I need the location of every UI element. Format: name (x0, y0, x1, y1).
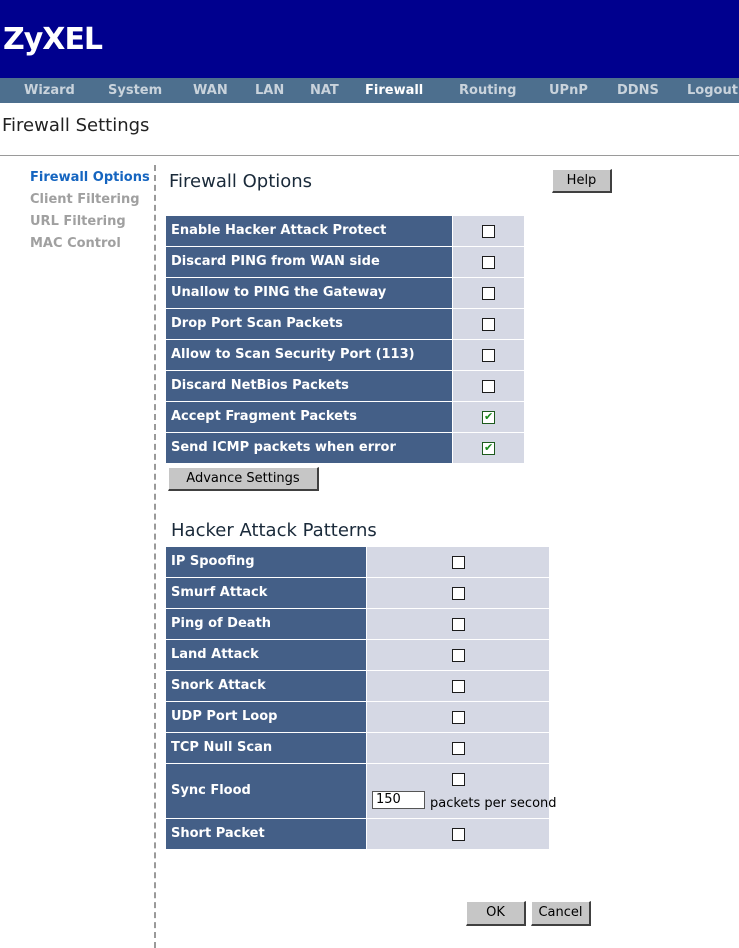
pattern-checkbox[interactable] (452, 587, 465, 600)
nav-ddns[interactable]: DDNS (617, 78, 659, 103)
option-value-cell: ✔ (453, 402, 524, 432)
option-checkbox[interactable] (482, 225, 495, 238)
page-title: Firewall Settings (2, 115, 150, 136)
pattern-label: Ping of Death (166, 609, 366, 639)
pattern-value-cell (367, 733, 549, 763)
pattern-checkbox[interactable] (452, 828, 465, 841)
pattern-label: Smurf Attack (166, 578, 366, 608)
title-divider (0, 155, 739, 156)
option-value-cell (453, 371, 524, 401)
pattern-value-cell (367, 640, 549, 670)
sidebar-item-client-filtering[interactable]: Client Filtering (30, 192, 140, 207)
nav-firewall[interactable]: Firewall (365, 78, 423, 103)
nav-system[interactable]: System (108, 78, 162, 103)
pattern-value-cell (367, 609, 549, 639)
option-label: Discard PING from WAN side (166, 247, 452, 277)
sidebar-item-url-filtering[interactable]: URL Filtering (30, 214, 126, 229)
option-label: Drop Port Scan Packets (166, 309, 452, 339)
pattern-checkbox[interactable] (452, 556, 465, 569)
option-label: Send ICMP packets when error (166, 433, 452, 463)
nav-upnp[interactable]: UPnP (549, 78, 588, 103)
pattern-value-cell: 150 packets per second (367, 764, 557, 818)
nav-routing[interactable]: Routing (459, 78, 516, 103)
option-label: Accept Fragment Packets (166, 402, 452, 432)
checkmark-icon: ✔ (484, 410, 494, 423)
nav-nat[interactable]: NAT (310, 78, 339, 103)
option-label: Discard NetBios Packets (166, 371, 452, 401)
header-bar: ZyXEL (0, 0, 739, 78)
option-value-cell: ✔ (453, 433, 524, 463)
nav-wan[interactable]: WAN (193, 78, 228, 103)
pattern-value-cell (367, 671, 549, 701)
sidebar-item-mac-control[interactable]: MAC Control (30, 236, 121, 251)
pattern-checkbox[interactable] (452, 618, 465, 631)
option-checkbox[interactable] (482, 380, 495, 393)
pattern-label: Snork Attack (166, 671, 366, 701)
pattern-checkbox[interactable] (452, 742, 465, 755)
pattern-label: Sync Flood (166, 764, 366, 818)
pattern-label: UDP Port Loop (166, 702, 366, 732)
nav-wizard[interactable]: Wizard (24, 78, 75, 103)
pattern-label: Land Attack (166, 640, 366, 670)
pattern-value-cell (367, 578, 549, 608)
cancel-button[interactable]: Cancel (531, 901, 591, 926)
option-checkbox[interactable]: ✔ (482, 441, 495, 455)
option-value-cell (453, 309, 524, 339)
pattern-value-cell (367, 819, 549, 849)
option-value-cell (453, 340, 524, 370)
option-checkbox[interactable] (482, 287, 495, 300)
option-checkbox[interactable]: ✔ (482, 410, 495, 424)
option-value-cell (453, 216, 524, 246)
rate-unit-label: packets per second (430, 796, 557, 811)
pattern-label: Short Packet (166, 819, 366, 849)
advance-settings-button[interactable]: Advance Settings (168, 467, 319, 491)
pattern-value-cell (367, 547, 549, 577)
nav-lan[interactable]: LAN (255, 78, 284, 103)
pattern-checkbox[interactable] (452, 711, 465, 724)
nav-logout[interactable]: Logout (687, 78, 738, 103)
sync-flood-rate-input[interactable]: 150 (372, 791, 425, 809)
option-checkbox[interactable] (482, 349, 495, 362)
firewall-options-title: Firewall Options (169, 171, 313, 192)
pattern-label: TCP Null Scan (166, 733, 366, 763)
option-label: Unallow to PING the Gateway (166, 278, 452, 308)
help-button[interactable]: Help (552, 169, 612, 193)
pattern-value-cell (367, 702, 549, 732)
option-value-cell (453, 247, 524, 277)
pattern-checkbox[interactable] (452, 649, 465, 662)
ok-button[interactable]: OK (466, 901, 526, 926)
sidebar-divider (154, 165, 156, 948)
option-checkbox[interactable] (482, 256, 495, 269)
option-checkbox[interactable] (482, 318, 495, 331)
top-nav: Wizard System WAN LAN NAT Firewall Routi… (0, 78, 739, 103)
pattern-label: IP Spoofing (166, 547, 366, 577)
zyxel-logo: ZyXEL (3, 22, 103, 57)
checkmark-icon: ✔ (484, 441, 494, 454)
sidebar-item-firewall-options[interactable]: Firewall Options (30, 170, 150, 185)
pattern-checkbox[interactable] (452, 773, 465, 786)
option-label: Enable Hacker Attack Protect (166, 216, 452, 246)
hacker-attack-patterns-title: Hacker Attack Patterns (171, 520, 377, 541)
option-label: Allow to Scan Security Port (113) (166, 340, 452, 370)
option-value-cell (453, 278, 524, 308)
pattern-checkbox[interactable] (452, 680, 465, 693)
